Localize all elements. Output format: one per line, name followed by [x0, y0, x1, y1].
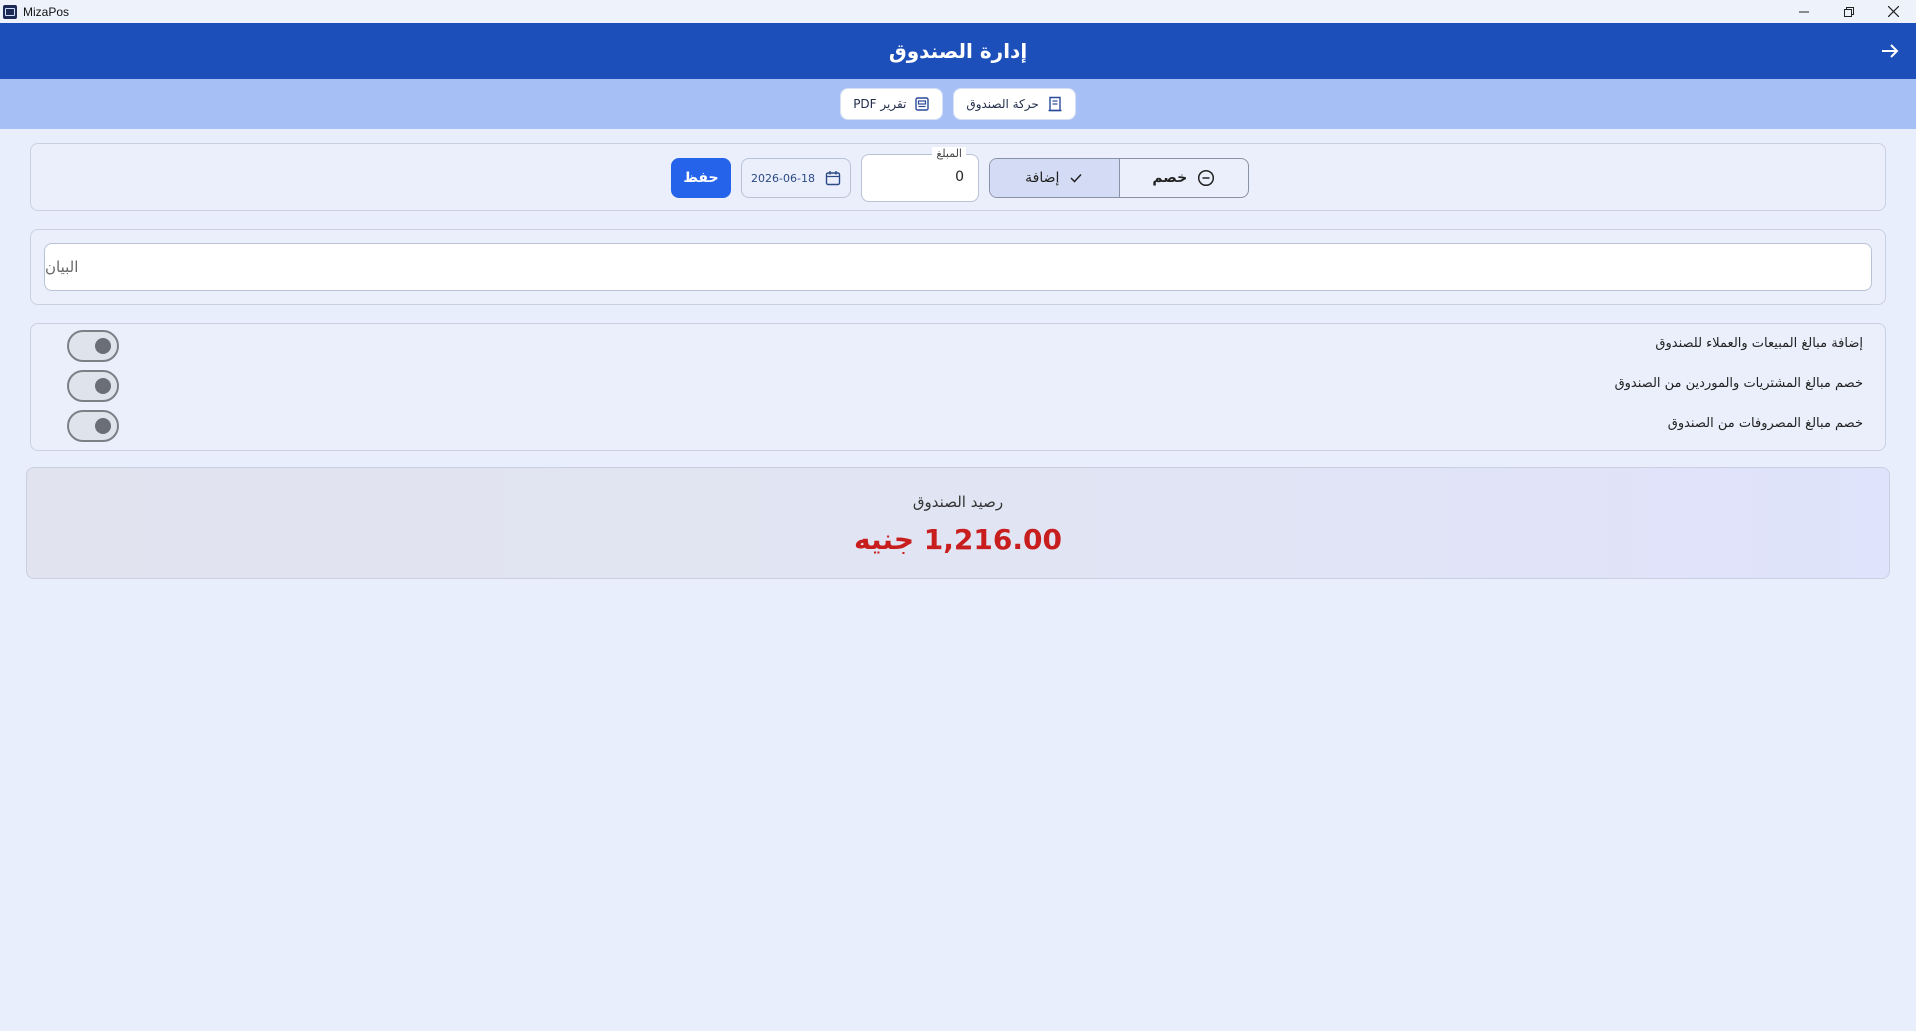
- minimize-icon: [1798, 11, 1809, 12]
- calendar-icon: [825, 171, 841, 186]
- transaction-type-toggle: إضافة خصم: [989, 158, 1249, 198]
- pdf-icon: [915, 97, 930, 111]
- minus-circle-icon: [1198, 169, 1215, 187]
- amount-field[interactable]: المبلغ 0: [861, 147, 979, 202]
- expenses-switch[interactable]: [67, 410, 119, 442]
- entry-controls: حفظ 2026-06-18 المبلغ 0 إضافة خصم: [671, 147, 1249, 202]
- balance-card: رصيد الصندوق 1,216.00 جنيه: [26, 467, 1890, 579]
- entry-card: حفظ 2026-06-18 المبلغ 0 إضافة خصم: [30, 143, 1886, 211]
- close-window-button[interactable]: [1871, 0, 1916, 23]
- balance-value: 1,216.00 جنيه: [854, 523, 1062, 556]
- toggle-label-expenses: خصم مبالغ المصروفات من الصندوق: [1667, 416, 1863, 431]
- cash-movement-button[interactable]: حركة الصندوق: [953, 88, 1076, 120]
- sub-toolbar: تقرير PDF حركة الصندوق: [0, 79, 1916, 129]
- app-title: MizaPos: [23, 4, 70, 19]
- discount-option-label: خصم: [1152, 170, 1188, 186]
- back-button[interactable]: [1876, 37, 1904, 65]
- pdf-report-button[interactable]: تقرير PDF: [840, 88, 944, 120]
- receipt-icon: [1048, 96, 1062, 112]
- discount-option[interactable]: خصم: [1120, 159, 1249, 197]
- toggle-row-purchases: خصم مبالغ المشتريات والموردين من الصندوق: [31, 364, 1885, 404]
- date-field[interactable]: 2026-06-18: [741, 158, 851, 198]
- date-value: 2026-06-18: [751, 171, 815, 185]
- close-icon: [1888, 6, 1899, 17]
- description-input[interactable]: البيان: [44, 243, 1872, 291]
- switch-knob: [95, 378, 111, 394]
- toggle-row-expenses: خصم مبالغ المصروفات من الصندوق: [31, 404, 1885, 444]
- sales-switch[interactable]: [67, 330, 119, 362]
- amount-label: المبلغ: [932, 147, 966, 160]
- add-option-label: إضافة: [1025, 170, 1060, 186]
- save-button[interactable]: حفظ: [671, 158, 731, 198]
- minimize-button[interactable]: [1781, 0, 1826, 23]
- app-header: إدارة الصندوق: [0, 23, 1916, 79]
- window-titlebar: MizaPos: [0, 0, 1916, 23]
- amount-value[interactable]: 0: [955, 169, 964, 185]
- restore-icon: [1843, 6, 1854, 17]
- switch-knob: [95, 338, 111, 354]
- window-controls: [1781, 0, 1916, 23]
- pdf-report-label: تقرير PDF: [853, 97, 907, 111]
- check-icon: [1070, 173, 1082, 183]
- toggle-row-sales: إضافة مبالغ المبيعات والعملاء للصندوق: [31, 324, 1885, 364]
- description-card: البيان: [30, 229, 1886, 305]
- app-logo-icon: [3, 4, 17, 19]
- restore-button[interactable]: [1826, 0, 1871, 23]
- balance-title: رصيد الصندوق: [912, 493, 1004, 511]
- toggle-label-purchases: خصم مبالغ المشتريات والموردين من الصندوق: [1614, 376, 1863, 391]
- cash-movement-label: حركة الصندوق: [966, 97, 1039, 111]
- arrow-right-icon: [1882, 44, 1899, 58]
- page-title: إدارة الصندوق: [888, 39, 1028, 63]
- settings-card: إضافة مبالغ المبيعات والعملاء للصندوق خص…: [30, 323, 1886, 451]
- description-placeholder: البيان: [45, 258, 79, 276]
- purchases-switch[interactable]: [67, 370, 119, 402]
- add-option[interactable]: إضافة: [990, 159, 1120, 197]
- toggle-label-sales: إضافة مبالغ المبيعات والعملاء للصندوق: [1655, 336, 1863, 351]
- switch-knob: [95, 418, 111, 434]
